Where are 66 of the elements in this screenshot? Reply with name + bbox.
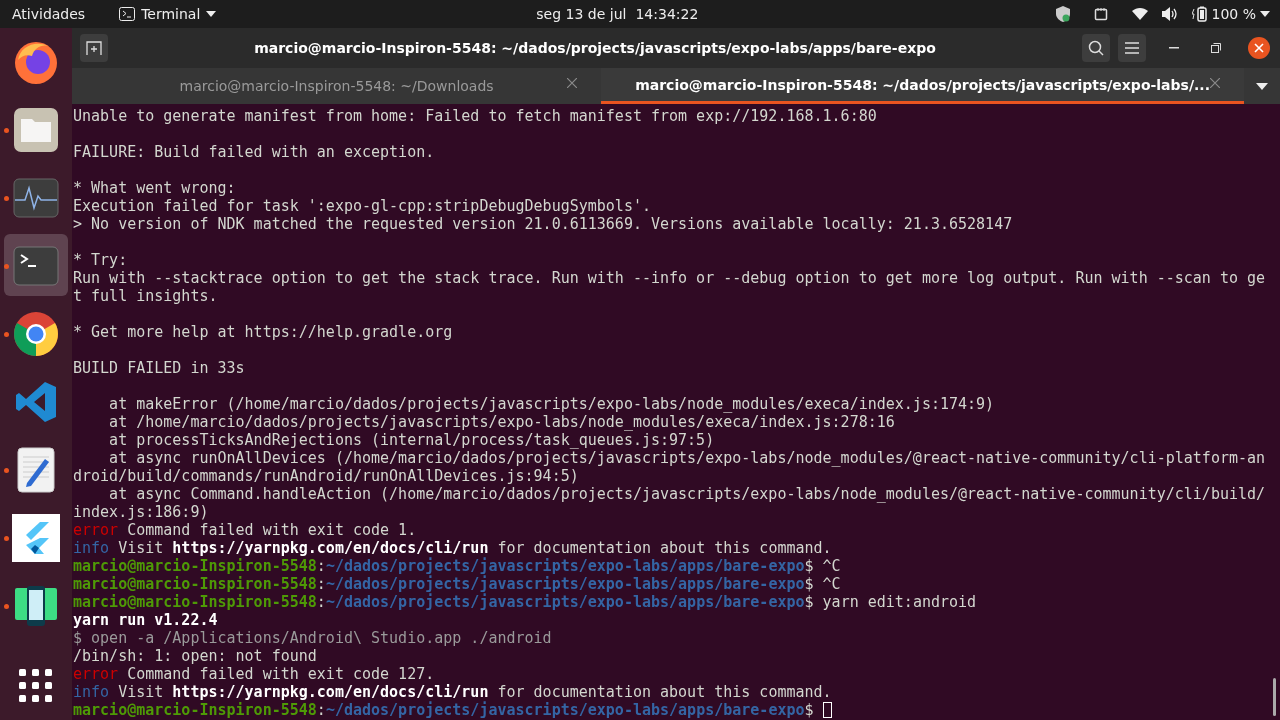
card-icon[interactable] xyxy=(1093,7,1108,21)
terminal-line: Run with --stacktrace option to get the stack trace. Run with --info or --debug option to get more log output. Run with --scan to ge xyxy=(73,269,1266,287)
terminal-line: * Get more help at https://help.gradle.org xyxy=(73,323,453,341)
terminal-line: index.js:186:9) xyxy=(73,503,209,521)
terminal-icon[interactable] xyxy=(13,246,59,286)
battery-icon[interactable] xyxy=(1191,6,1208,22)
terminal-line: marcio@marcio-Inspiron-5548:~/dados/projects/javascripts/expo-labs/apps/bare-expo$ ^C xyxy=(73,575,841,593)
terminal-line: at processTicksAndRejections (internal/process/task_queues.js:97:5) xyxy=(108,431,715,449)
activities-button[interactable]: Atividades xyxy=(12,6,86,22)
app-menu[interactable]: Terminal xyxy=(141,6,201,22)
caret-icon[interactable] xyxy=(206,11,217,17)
minimize-icon xyxy=(1169,47,1179,49)
terminal-line: info Visit https://yarnpkg.com/en/docs/cli/run for documentation about this command. xyxy=(73,683,832,701)
volume-icon[interactable] xyxy=(1161,7,1178,21)
time-label[interactable]: 14:34:22 xyxy=(635,6,699,22)
terminal-line: error Command failed with exit code 1. xyxy=(73,521,417,539)
terminal-line: /bin/sh: 1: open: not found xyxy=(73,647,317,665)
scrollbar[interactable] xyxy=(1273,678,1276,716)
terminal-line: $ open -a /Applications/Android\ Studio.app ./android xyxy=(73,629,552,647)
close-tab-icon[interactable] xyxy=(1210,78,1220,88)
terminal-line: * What went wrong: xyxy=(73,179,236,197)
terminal-line: > No version of NDK matched the requested version 21.0.6113669. Versions available locally: 21.3.6528147 xyxy=(73,215,1013,233)
shield-icon[interactable] xyxy=(1055,6,1070,22)
terminal-line: Unable to generate manifest from home: Failed to fetch manifest from exp://192.168.1.6:80 xyxy=(73,107,877,125)
new-tab-button[interactable] xyxy=(80,34,108,62)
close-tab-icon[interactable] xyxy=(567,78,578,88)
wifi-icon[interactable] xyxy=(1131,8,1148,20)
battery-percentage[interactable]: 100 % xyxy=(1211,6,1256,22)
terminal-line: t full insights. xyxy=(73,287,218,305)
terminal-line: droid/build/commands/runAndroid/runOnAllDevices.js:94:5) xyxy=(73,467,579,485)
terminal-line: FAILURE: Build failed with an exception. xyxy=(73,143,435,161)
terminal-line: * Try: xyxy=(73,251,128,269)
terminal-line: marcio@marcio-Inspiron-5548:~/dados/projects/javascripts/expo-labs/apps/bare-expo$ yarn edit:android xyxy=(73,593,977,611)
terminal-line: at makeError (/home/marcio/dados/projects/javascripts/expo-labs/node_modules/execa/index.js:174:9) xyxy=(108,395,995,413)
terminal-line: yarn run v1.22.4 xyxy=(73,611,218,629)
plus-icon xyxy=(86,41,102,55)
caret-icon[interactable] xyxy=(1260,11,1270,17)
restore-icon xyxy=(1211,43,1221,53)
terminal-line: marcio@marcio-Inspiron-5548:~/dados/projects/javascripts/expo-labs/apps/bare-expo$ ^C xyxy=(73,557,841,575)
terminal-tab[interactable]: marcio@marcio-Inspiron-5548: ~/dados/projects/javascripts/expo-labs/... xyxy=(601,68,1244,104)
code-editor-icon[interactable] xyxy=(14,380,58,424)
search-button[interactable] xyxy=(1082,34,1110,62)
close-button[interactable] xyxy=(1248,37,1270,59)
date-label[interactable]: seg 13 de jul xyxy=(536,6,627,22)
app-grid-icon[interactable] xyxy=(19,669,53,703)
menu-button[interactable] xyxy=(1118,34,1146,62)
activity-monitor-icon[interactable] xyxy=(13,178,59,218)
close-icon xyxy=(1254,43,1264,53)
terminal-line: at async runOnAllDevices (/home/marcio/dados/projects/javascripts/expo-labs/node_modules/@react-native-community/cli-platform-an xyxy=(108,449,1266,467)
terminal-line: at async Command.handleAction (/home/marcio/dados/projects/javascripts/expo-labs/node_modules/@react-native-community/cli/build/ xyxy=(108,485,1266,503)
search-icon xyxy=(1088,40,1104,56)
terminal-line: BUILD FAILED in 33s xyxy=(73,359,245,377)
terminal-output[interactable] xyxy=(72,104,1280,720)
window-title: marcio@marcio-Inspiron-5548: ~/dados/projects/javascripts/expo-labs/apps/bare-expo xyxy=(253,40,937,56)
menu-icon xyxy=(1125,42,1139,54)
text-editor-icon[interactable] xyxy=(17,447,55,493)
terminal-line: marcio@marcio-Inspiron-5548:~/dados/projects/javascripts/expo-labs/apps/bare-expo$ xyxy=(73,701,815,719)
folder-icon[interactable] xyxy=(13,107,59,153)
terminal-icon xyxy=(119,7,136,21)
caret-icon[interactable] xyxy=(1256,82,1268,90)
terminal-line: at /home/marcio/dados/projects/javascripts/expo-labs/node_modules/execa/index.js:278:16 xyxy=(108,413,895,431)
terminal-line: Execution failed for task ':expo-gl-cpp:stripDebugDebugSymbols'. xyxy=(73,197,651,215)
terminal-line: info Visit https://yarnpkg.com/en/docs/cli/run for documentation about this command. xyxy=(73,539,832,557)
terminal-line: error Command failed with exit code 127. xyxy=(73,665,435,683)
phone-icon[interactable] xyxy=(15,586,57,626)
browser-icon[interactable] xyxy=(13,311,59,357)
